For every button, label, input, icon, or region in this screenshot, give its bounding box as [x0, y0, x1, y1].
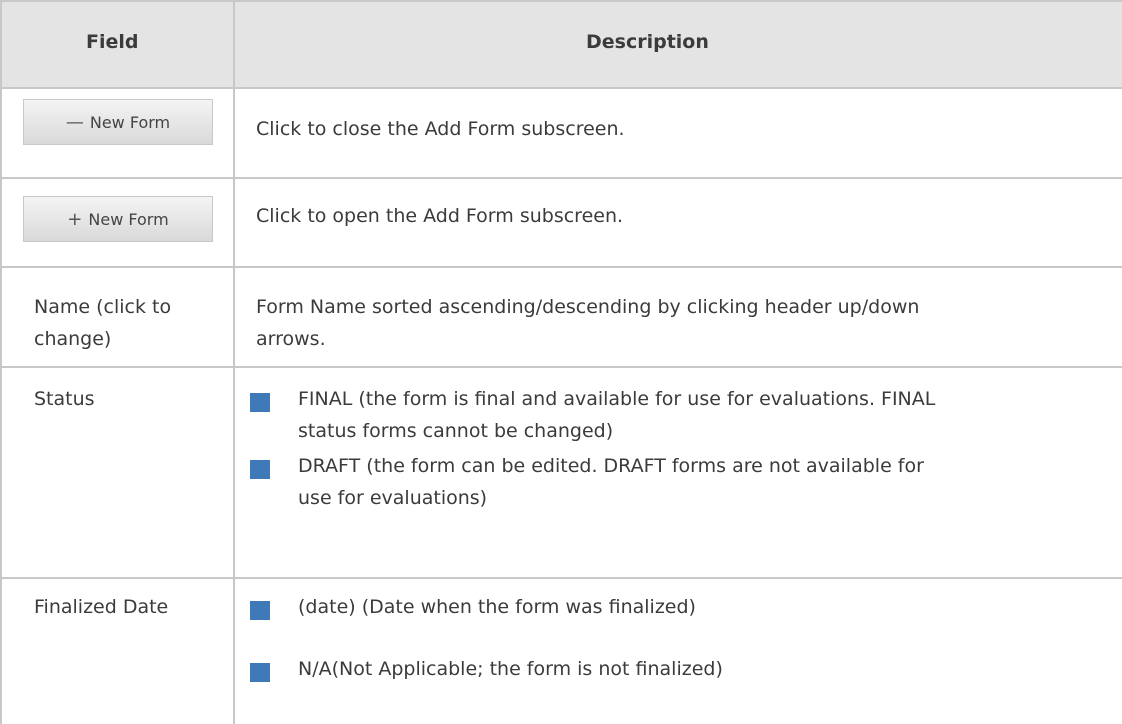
- plus-icon: +: [67, 208, 83, 230]
- table-header: [0, 0, 1122, 88]
- row-description: Click to open the Add Form subscreen.: [256, 205, 624, 227]
- field-description-table: Field Description — New Form Click to cl…: [0, 0, 1122, 724]
- expand-new-form-button: + New Form: [23, 196, 213, 242]
- button-label: New Form: [88, 209, 169, 229]
- header-field: Field: [86, 31, 139, 53]
- bullet-square-icon: [250, 393, 270, 412]
- row-field: change): [34, 328, 112, 350]
- column-divider: [233, 0, 235, 724]
- row-divider: [0, 266, 1122, 268]
- row-description: Click to close the Add Form subscreen.: [256, 118, 625, 140]
- row-field: Name (click to: [34, 296, 172, 318]
- row-field: Status: [34, 388, 95, 410]
- bullet-square-icon: [250, 601, 270, 620]
- header-divider: [0, 87, 1122, 89]
- bullet-text: N/A(Not Applicable; the form is not fina…: [298, 658, 723, 680]
- bullet-text: DRAFT (the form can be edited. DRAFT for…: [298, 455, 924, 477]
- table-top-border: [0, 0, 1122, 2]
- row-divider: [0, 177, 1122, 179]
- table-left-border: [0, 0, 2, 724]
- collapse-new-form-button: — New Form: [23, 99, 213, 145]
- bullet-text: (date) (Date when the form was finalized…: [298, 596, 696, 618]
- bullet-square-icon: [250, 460, 270, 479]
- minus-icon: —: [65, 111, 84, 133]
- row-divider: [0, 366, 1122, 368]
- button-label: New Form: [89, 112, 171, 132]
- bullet-text: use for evaluations): [298, 487, 488, 509]
- row-description: arrows.: [256, 328, 326, 350]
- bullet-text: status forms cannot be changed): [298, 420, 614, 442]
- row-field: Finalized Date: [34, 596, 169, 618]
- bullet-text: FINAL (the form is final and available f…: [298, 388, 936, 410]
- bullet-square-icon: [250, 663, 270, 682]
- row-description: Form Name sorted ascending/descending by…: [256, 296, 920, 318]
- row-divider: [0, 577, 1122, 579]
- header-description: Description: [586, 31, 709, 53]
